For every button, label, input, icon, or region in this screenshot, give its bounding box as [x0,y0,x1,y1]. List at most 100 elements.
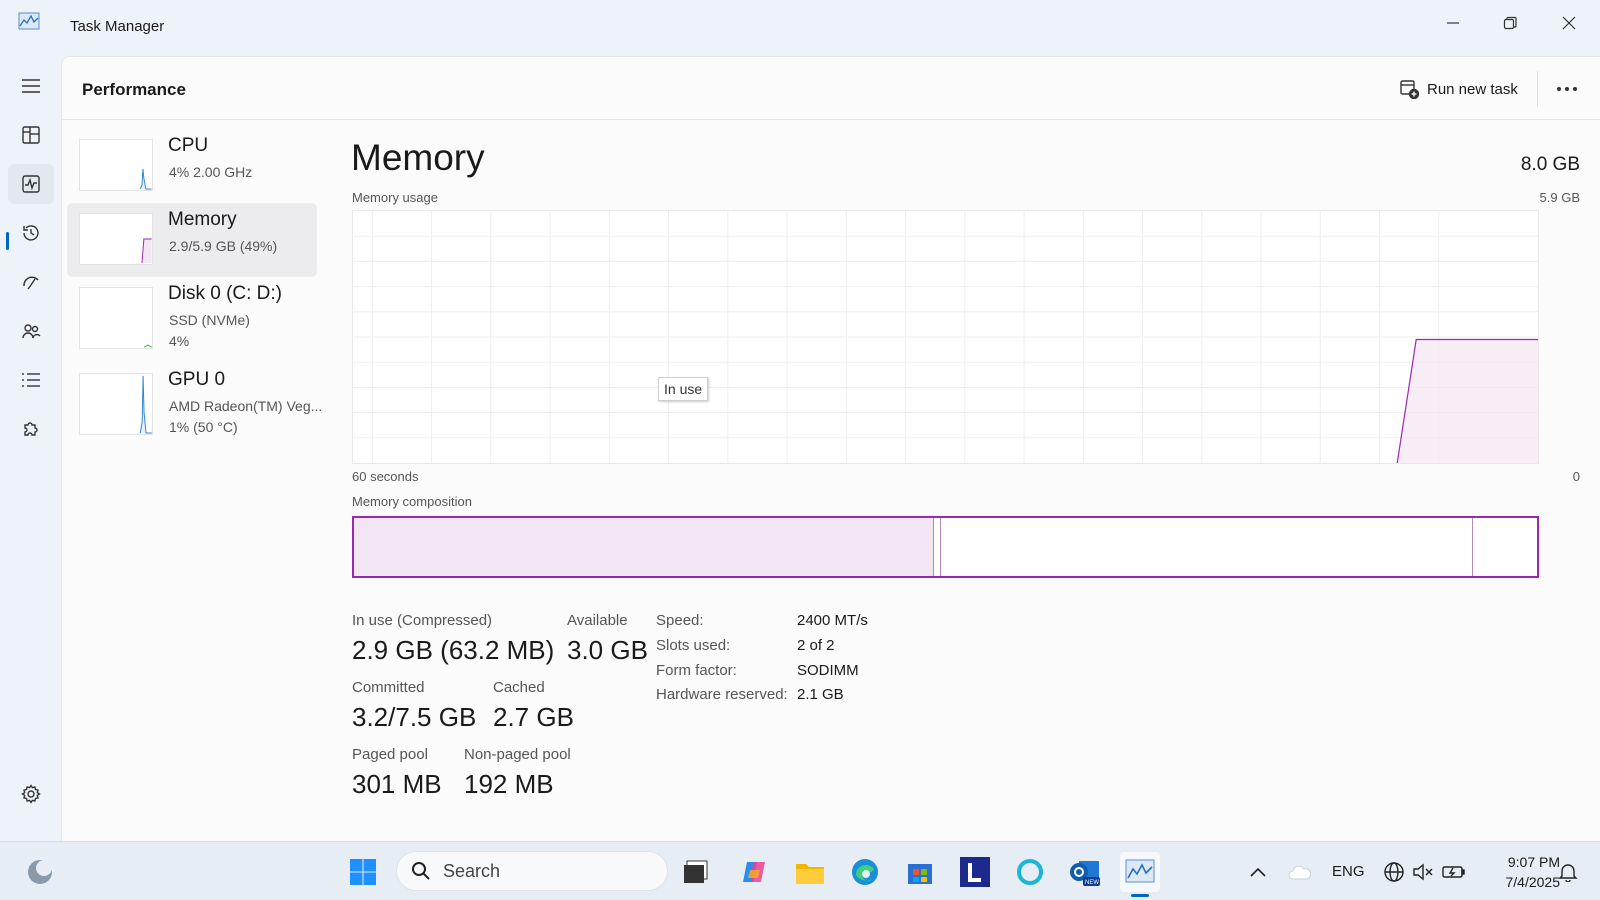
more-dots-icon [1557,87,1577,91]
onedrive-button[interactable] [1280,852,1320,892]
taskbar: Search NEW ENG 9:07 PM 7/4/2025 [0,841,1600,900]
restore-icon [1503,16,1517,30]
nav-performance-button[interactable] [8,164,54,204]
globe-icon [1384,862,1404,882]
restore-button[interactable] [1488,6,1532,40]
edge-icon [852,859,878,885]
hamburger-icon [22,79,40,93]
run-new-task-button[interactable]: Run new task [1399,75,1518,103]
device-detail-2: 4% [169,333,190,349]
notification-bell-icon [1558,864,1578,882]
taskbar-search-box[interactable]: Search [396,851,668,891]
close-button[interactable] [1547,6,1591,40]
memory-usage-max: 5.9 GB [1539,190,1580,205]
store-icon [908,864,932,884]
axis-left-label: 60 seconds [352,469,419,484]
hardware-reserved-label: Hardware reserved: [656,686,788,703]
gear-icon [21,784,41,804]
input-language[interactable]: ENG [1332,863,1365,880]
settings-button[interactable] [8,774,54,814]
composition-standby-end[interactable] [1471,518,1473,576]
battery-button[interactable] [1434,852,1474,892]
paged-pool-label: Paged pool [352,746,428,763]
device-name: Memory [168,209,237,230]
window-title: Task Manager [70,18,165,35]
cortana-button[interactable] [1010,852,1050,892]
nav-services-button[interactable] [8,409,54,449]
device-gpu[interactable]: GPU 0 AMD Radeon(TM) Veg... 1% (50 °C) [67,363,322,437]
slots-used-label: Slots used: [656,637,731,654]
in-use-label: In use (Compressed) [352,612,493,629]
gpu-mini-graph [79,373,153,435]
hamburger-menu-button[interactable] [8,66,54,106]
detail-title: Memory [351,137,485,178]
title-bar: Task Manager [0,0,1600,56]
available-value: 3.0 GB [567,635,648,665]
weather-widget-icon [28,860,52,884]
startup-icon [23,276,39,290]
device-memory[interactable]: Memory 2.9/5.9 GB (49%) [67,203,317,277]
close-icon [1562,16,1576,30]
memory-usage-area [1397,339,1538,463]
start-button[interactable] [343,852,383,892]
run-new-task-label: Run new task [1427,80,1518,98]
nav-users-button[interactable] [8,311,54,351]
composition-modified[interactable] [939,518,941,576]
memory-composition-bar [352,516,1539,578]
widgets-button[interactable] [20,852,60,892]
copilot-icon [743,862,765,882]
notifications-button[interactable] [1548,852,1588,892]
minimize-icon [1447,22,1459,24]
composition-in-use[interactable] [354,518,934,576]
file-explorer-button[interactable] [790,852,830,892]
nav-details-button[interactable] [8,360,54,400]
l-app-button[interactable] [955,852,995,892]
in-use-value: 2.9 GB (63.2 MB) [352,635,555,665]
show-hidden-icons-button[interactable] [1238,852,1278,892]
disk-mini-graph [79,287,153,349]
history-icon [23,225,39,241]
nav-processes-button[interactable] [8,115,54,155]
more-options-button[interactable] [1552,75,1582,103]
outlook-new-button[interactable]: NEW [1065,852,1105,892]
microsoft-store-button[interactable] [900,852,940,892]
device-detail: 4% 2.00 GHz [169,164,253,180]
cortana-ring-icon [1017,859,1043,885]
in-use-tooltip: In use [658,377,709,401]
page-title: Performance [82,80,186,99]
users-icon [22,324,41,339]
task-view-icon [684,860,708,883]
task-view-button[interactable] [676,852,716,892]
header-separator [1537,71,1538,107]
non-paged-pool-value: 192 MB [464,769,554,799]
device-detail-2: 1% (50 °C) [169,419,238,435]
device-detail: SSD (NVMe) [169,312,250,328]
chevron-up-icon [1250,867,1266,877]
windows-logo-icon [350,859,376,885]
outlook-icon: NEW [1070,861,1100,886]
slots-used-value: 2 of 2 [797,637,835,654]
device-detail: 2.9/5.9 GB (49%) [169,238,278,254]
speaker-muted-icon [1413,863,1433,881]
nav-startup-apps-button[interactable] [8,262,54,302]
nav-app-history-button[interactable] [8,213,54,253]
cached-value: 2.7 GB [493,702,574,732]
processes-icon [22,126,40,144]
task-manager-app-icon [18,12,40,30]
edge-browser-button[interactable] [845,852,885,892]
task-manager-icon [1125,859,1155,883]
device-name: Disk 0 (C: D:) [168,283,282,304]
device-disk[interactable]: Disk 0 (C: D:) SSD (NVMe) 4% [67,277,317,351]
minimize-button[interactable] [1431,6,1475,40]
committed-label: Committed [352,679,425,696]
task-manager-taskbar-button[interactable] [1120,852,1160,892]
axis-right-label: 0 [1572,469,1580,484]
hardware-reserved-value: 2.1 GB [797,686,844,703]
device-cpu[interactable]: CPU 4% 2.00 GHz [67,129,317,203]
speed-label: Speed: [656,612,704,629]
main-panel: Performance Run new task CPU 4% 2.00 GHz… [61,56,1600,841]
l-app-icon [960,857,990,887]
cloud-icon [1288,865,1312,880]
copilot-button[interactable] [735,852,775,892]
paged-pool-value: 301 MB [352,769,442,799]
